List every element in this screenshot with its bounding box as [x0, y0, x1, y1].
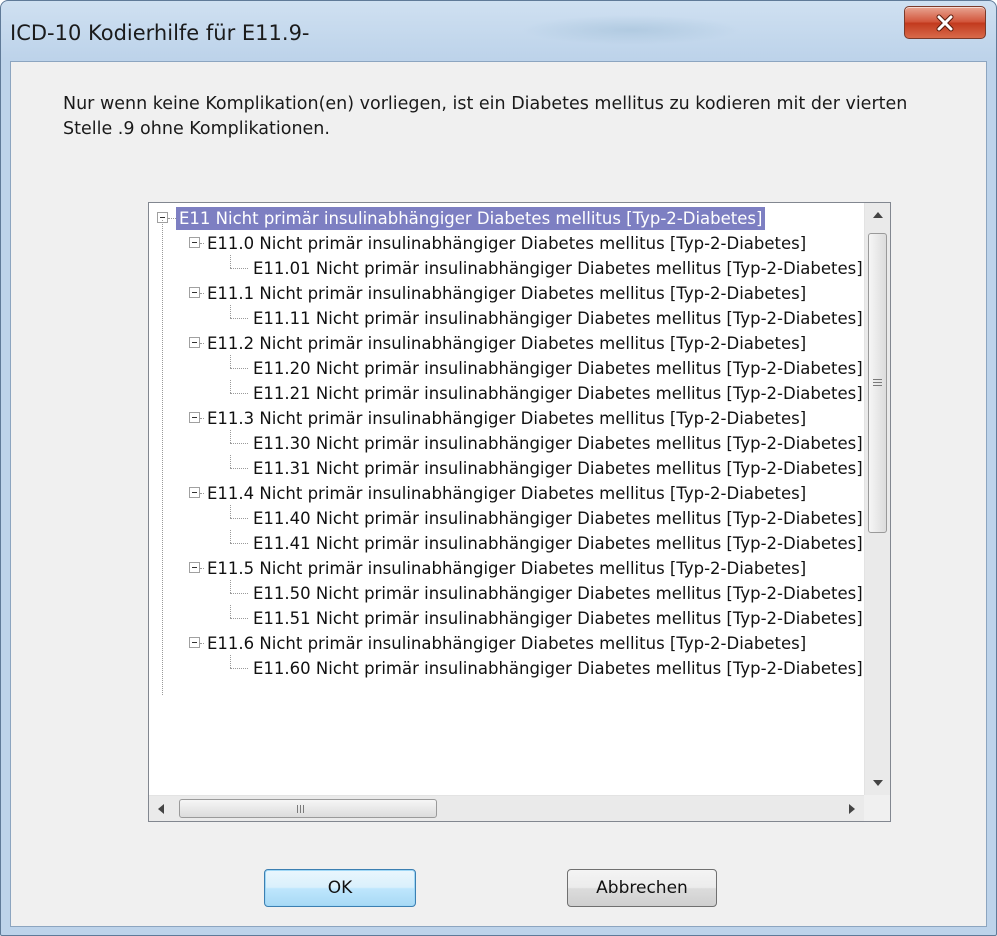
tree-item-label: E11.1 Nicht primär insulinabhängiger Dia… — [207, 284, 807, 303]
close-x-icon — [905, 7, 985, 38]
tree-leaf-item[interactable]: E11.41 Nicht primär insulinabhängiger Di… — [149, 530, 864, 556]
grip-icon — [873, 379, 882, 388]
tree-connector-line — [230, 543, 248, 544]
icd-tree-view[interactable]: E11 Nicht primär insulinabhängiger Diabe… — [148, 202, 891, 822]
horizontal-scrollbar[interactable] — [149, 795, 864, 821]
tree-connector-line — [230, 505, 231, 518]
tree-group-item[interactable]: E11.6 Nicht primär insulinabhängiger Dia… — [149, 631, 864, 656]
title-bar[interactable]: ICD-10 Kodierhilfe für E11.9- — [1, 1, 996, 61]
tree-connector-line — [230, 255, 231, 268]
tree-group-item[interactable]: E11.4 Nicht primär insulinabhängiger Dia… — [149, 481, 864, 506]
tree-group-item[interactable]: E11.3 Nicht primär insulinabhängiger Dia… — [149, 406, 864, 431]
grip-icon — [297, 805, 304, 813]
ok-button[interactable]: OK — [264, 869, 416, 907]
tree-connector-line — [230, 655, 231, 668]
tree-connector-line — [230, 268, 248, 269]
tree-connector-line — [230, 618, 248, 619]
tree-connector-line — [230, 393, 248, 394]
tree-leaf-item[interactable]: E11.51 Nicht primär insulinabhängiger Di… — [149, 605, 864, 631]
dialog-window: ICD-10 Kodierhilfe für E11.9- Nur wenn k… — [0, 0, 997, 936]
tree-connector-line — [230, 430, 231, 443]
collapse-minus-icon[interactable] — [189, 637, 200, 648]
tree-item-label: E11.20 Nicht primär insulinabhängiger Di… — [253, 359, 863, 378]
tree-connector-line — [230, 468, 248, 469]
scroll-down-arrow-icon[interactable] — [865, 771, 890, 795]
tree-item-label: E11.51 Nicht primär insulinabhängiger Di… — [253, 609, 863, 628]
scroll-up-arrow-icon[interactable] — [865, 203, 890, 227]
close-button[interactable] — [904, 6, 986, 39]
horizontal-scroll-thumb[interactable] — [179, 799, 437, 818]
tree-connector-line — [168, 218, 176, 219]
tree-connector-line — [230, 605, 231, 618]
tree-leaf-item[interactable]: E11.20 Nicht primär insulinabhängiger Di… — [149, 355, 864, 381]
tree-leaf-item[interactable]: E11.11 Nicht primär insulinabhängiger Di… — [149, 305, 864, 331]
tree-item-label: E11.5 Nicht primär insulinabhängiger Dia… — [207, 559, 807, 578]
tree-connector-line — [230, 380, 231, 393]
tree-connector-line — [230, 443, 248, 444]
vertical-scrollbar[interactable] — [864, 203, 890, 795]
tree-connector-line — [230, 668, 248, 669]
collapse-minus-icon[interactable] — [189, 337, 200, 348]
tree-leaf-item[interactable]: E11.21 Nicht primär insulinabhängiger Di… — [149, 380, 864, 406]
title-bar-glow — [521, 15, 741, 45]
tree-leaf-item[interactable]: E11.60 Nicht primär insulinabhängiger Di… — [149, 655, 864, 681]
tree-leaf-item[interactable]: E11.30 Nicht primär insulinabhängiger Di… — [149, 430, 864, 456]
tree-connector-line — [230, 318, 248, 319]
tree-connector-line — [230, 305, 231, 318]
tree-item-label: E11.0 Nicht primär insulinabhängiger Dia… — [207, 234, 807, 253]
tree-connector-line — [230, 530, 231, 543]
tree-group-item[interactable]: E11.1 Nicht primär insulinabhängiger Dia… — [149, 281, 864, 306]
tree-connector-line — [230, 355, 231, 368]
tree-group-item[interactable]: E11.0 Nicht primär insulinabhängiger Dia… — [149, 231, 864, 256]
tree-item-label: E11.01 Nicht primär insulinabhängiger Di… — [253, 259, 863, 278]
tree-item-label: E11.11 Nicht primär insulinabhängiger Di… — [253, 309, 863, 328]
info-message: Nur wenn keine Komplikation(en) vorliege… — [63, 94, 908, 139]
tree-item-label: E11.41 Nicht primär insulinabhängiger Di… — [253, 534, 863, 553]
tree-item-label: E11.3 Nicht primär insulinabhängiger Dia… — [207, 409, 807, 428]
vertical-scroll-thumb[interactable] — [868, 233, 887, 533]
tree-connector-line — [230, 368, 248, 369]
tree-group-item[interactable]: E11.2 Nicht primär insulinabhängiger Dia… — [149, 331, 864, 356]
scroll-left-arrow-icon[interactable] — [149, 796, 173, 821]
tree-item-label: E11.60 Nicht primär insulinabhängiger Di… — [253, 659, 863, 678]
tree-leaf-item[interactable]: E11.01 Nicht primär insulinabhängiger Di… — [149, 255, 864, 281]
tree-item-label: E11.6 Nicht primär insulinabhängiger Dia… — [207, 634, 807, 653]
window-title: ICD-10 Kodierhilfe für E11.9- — [10, 21, 310, 45]
tree-leaf-item[interactable]: E11.50 Nicht primär insulinabhängiger Di… — [149, 580, 864, 606]
tree-item-label: E11.2 Nicht primär insulinabhängiger Dia… — [207, 334, 807, 353]
tree-rows: E11 Nicht primär insulinabhängiger Diabe… — [149, 203, 864, 795]
tree-item-label: E11.40 Nicht primär insulinabhängiger Di… — [253, 509, 863, 528]
tree-item-label: E11.30 Nicht primär insulinabhängiger Di… — [253, 434, 863, 453]
tree-connector-line — [230, 518, 248, 519]
tree-leaf-item[interactable]: E11.31 Nicht primär insulinabhängiger Di… — [149, 455, 864, 481]
tree-item-label: E11 Nicht primär insulinabhängiger Diabe… — [176, 207, 766, 230]
collapse-minus-icon[interactable] — [189, 237, 200, 248]
tree-connector-line — [230, 455, 231, 468]
collapse-minus-icon[interactable] — [189, 562, 200, 573]
collapse-minus-icon[interactable] — [189, 412, 200, 423]
collapse-minus-icon[interactable] — [189, 487, 200, 498]
tree-item-label: E11.4 Nicht primär insulinabhängiger Dia… — [207, 484, 807, 503]
scrollbar-corner — [864, 795, 890, 821]
tree-leaf-item[interactable]: E11.40 Nicht primär insulinabhängiger Di… — [149, 505, 864, 531]
tree-item-label: E11.31 Nicht primär insulinabhängiger Di… — [253, 459, 863, 478]
tree-connector-line — [230, 593, 248, 594]
tree-item-label: E11.21 Nicht primär insulinabhängiger Di… — [253, 384, 863, 403]
tree-root-item[interactable]: E11 Nicht primär insulinabhängiger Diabe… — [149, 206, 864, 231]
dialog-content: Nur wenn keine Komplikation(en) vorliege… — [10, 61, 987, 927]
scroll-right-arrow-icon[interactable] — [840, 796, 864, 821]
cancel-button[interactable]: Abbrechen — [567, 869, 717, 907]
tree-group-item[interactable]: E11.5 Nicht primär insulinabhängiger Dia… — [149, 556, 864, 581]
tree-connector-line — [162, 220, 163, 695]
tree-item-label: E11.50 Nicht primär insulinabhängiger Di… — [253, 584, 863, 603]
collapse-minus-icon[interactable] — [189, 287, 200, 298]
tree-connector-line — [230, 580, 231, 593]
